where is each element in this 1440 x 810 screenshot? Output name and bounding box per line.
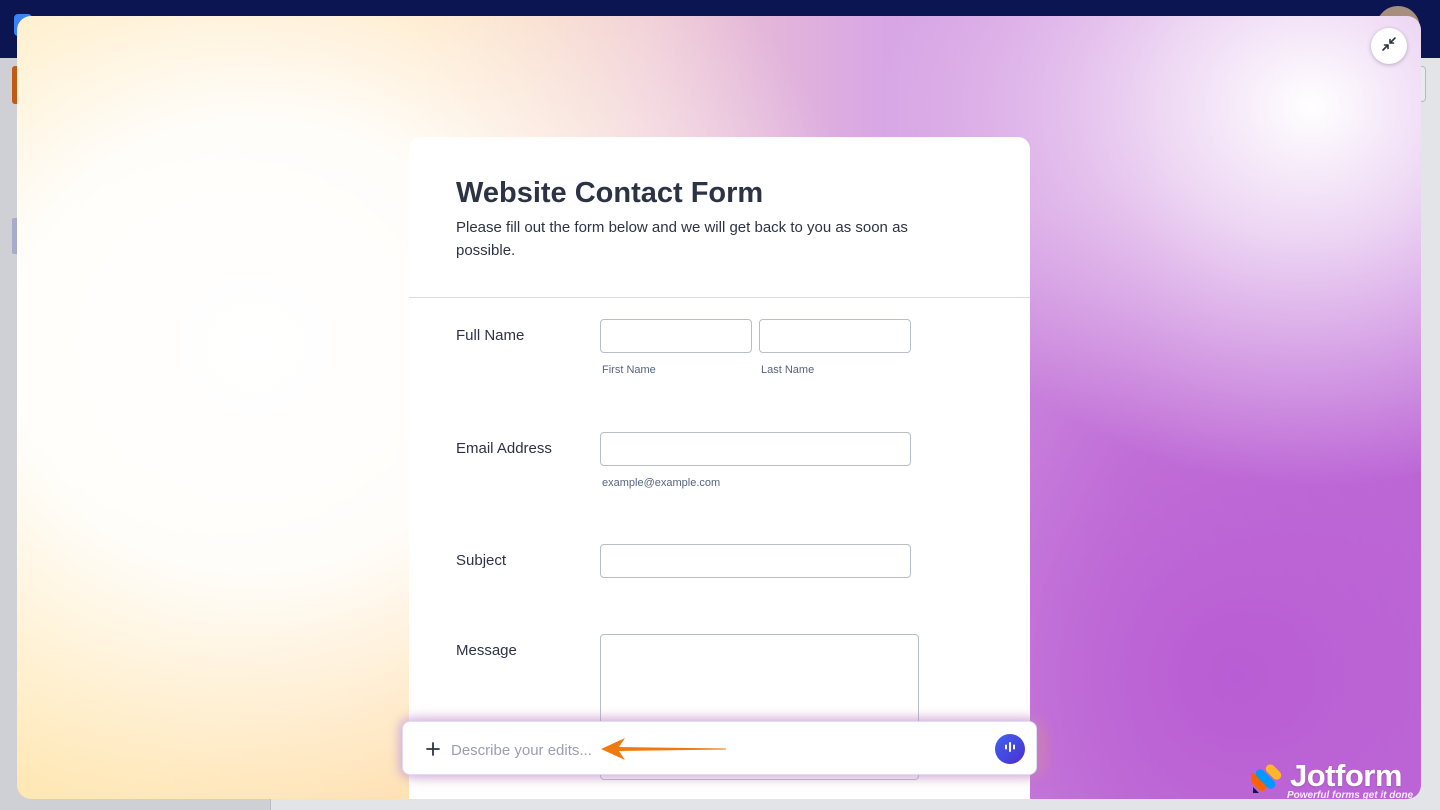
email-input[interactable]: [600, 432, 911, 466]
collapse-icon: [1381, 36, 1397, 57]
last-name-input[interactable]: [759, 319, 911, 353]
collapse-button[interactable]: [1371, 28, 1407, 64]
header-divider: [409, 297, 1030, 298]
ai-form-preview-modal: Website Contact Form Please fill out the…: [17, 16, 1421, 799]
brand-tagline: Powerful forms get it done: [1287, 790, 1414, 799]
arrow-pointer-icon: [597, 736, 729, 767]
email-sublabel: example@example.com: [602, 477, 721, 489]
jotform-logo-icon: [1248, 761, 1285, 799]
full-name-label: Full Name: [456, 327, 525, 344]
first-name-input[interactable]: [600, 319, 752, 353]
subject-input[interactable]: [600, 544, 911, 578]
plus-icon[interactable]: [421, 737, 445, 761]
last-name-sublabel: Last Name: [761, 364, 815, 376]
brand-name: Jotform: [1290, 758, 1402, 793]
jotform-brand: Jotform Powerful forms get it done: [1247, 758, 1421, 799]
subject-label: Subject: [456, 552, 507, 569]
email-label: Email Address: [456, 440, 552, 457]
form-description: Please fill out the form below and we wi…: [456, 219, 908, 259]
form-card: Website Contact Form Please fill out the…: [409, 137, 1030, 799]
form-title: Website Contact Form: [456, 177, 764, 209]
voice-button[interactable]: [995, 734, 1025, 764]
first-name-sublabel: First Name: [602, 364, 656, 376]
voice-icon: [1003, 740, 1017, 759]
message-label: Message: [456, 642, 517, 659]
